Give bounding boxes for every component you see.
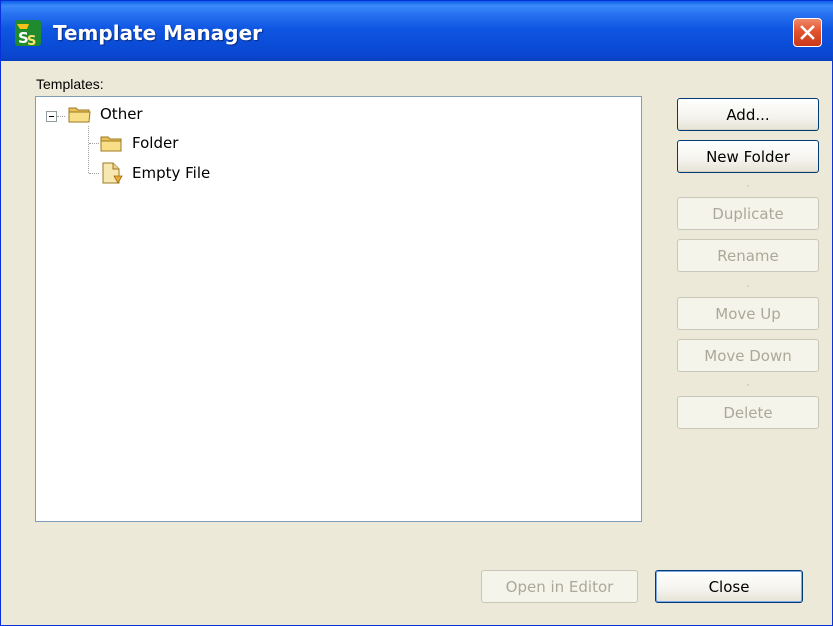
close-icon [800,25,815,40]
tree-item-empty-file[interactable]: Empty File [100,162,210,184]
tree-item-folder[interactable]: Folder [100,132,178,154]
collapse-toggle[interactable] [46,111,57,122]
delete-button[interactable]: Delete [677,396,819,429]
close-window-button[interactable] [793,18,822,47]
ss-app-icon: S S [15,20,41,46]
window-title: Template Manager [53,21,263,45]
duplicate-button[interactable]: Duplicate [677,197,819,230]
svg-text:S: S [27,34,36,46]
templates-label: Templates: [36,76,104,92]
separator [747,185,749,187]
folder-open-icon [68,107,91,123]
templates-tree[interactable]: Other Folder Empty File [35,96,642,522]
tree-connector [89,143,99,145]
tree-item-other[interactable]: Other [68,103,143,125]
file-icon [102,162,123,184]
rename-button[interactable]: Rename [677,239,819,272]
folder-icon [100,136,122,152]
title-bar[interactable]: S S Template Manager [1,1,833,61]
close-button[interactable]: Close [655,570,803,603]
move-up-button[interactable]: Move Up [677,297,819,330]
separator [747,384,749,386]
tree-item-label: Other [100,105,143,123]
tree-connector [89,173,99,175]
open-in-editor-button[interactable]: Open in Editor [481,570,638,603]
tree-item-label: Empty File [132,164,211,182]
move-down-button[interactable]: Move Down [677,339,819,372]
tree-connector [57,116,65,118]
tree-item-label: Folder [132,134,179,152]
template-manager-dialog: S S Template Manager Templates: Other Fo… [0,0,833,626]
tree-connector [88,126,90,173]
new-folder-button[interactable]: New Folder [677,140,819,173]
add-button[interactable]: Add... [677,98,819,131]
separator [747,285,749,287]
